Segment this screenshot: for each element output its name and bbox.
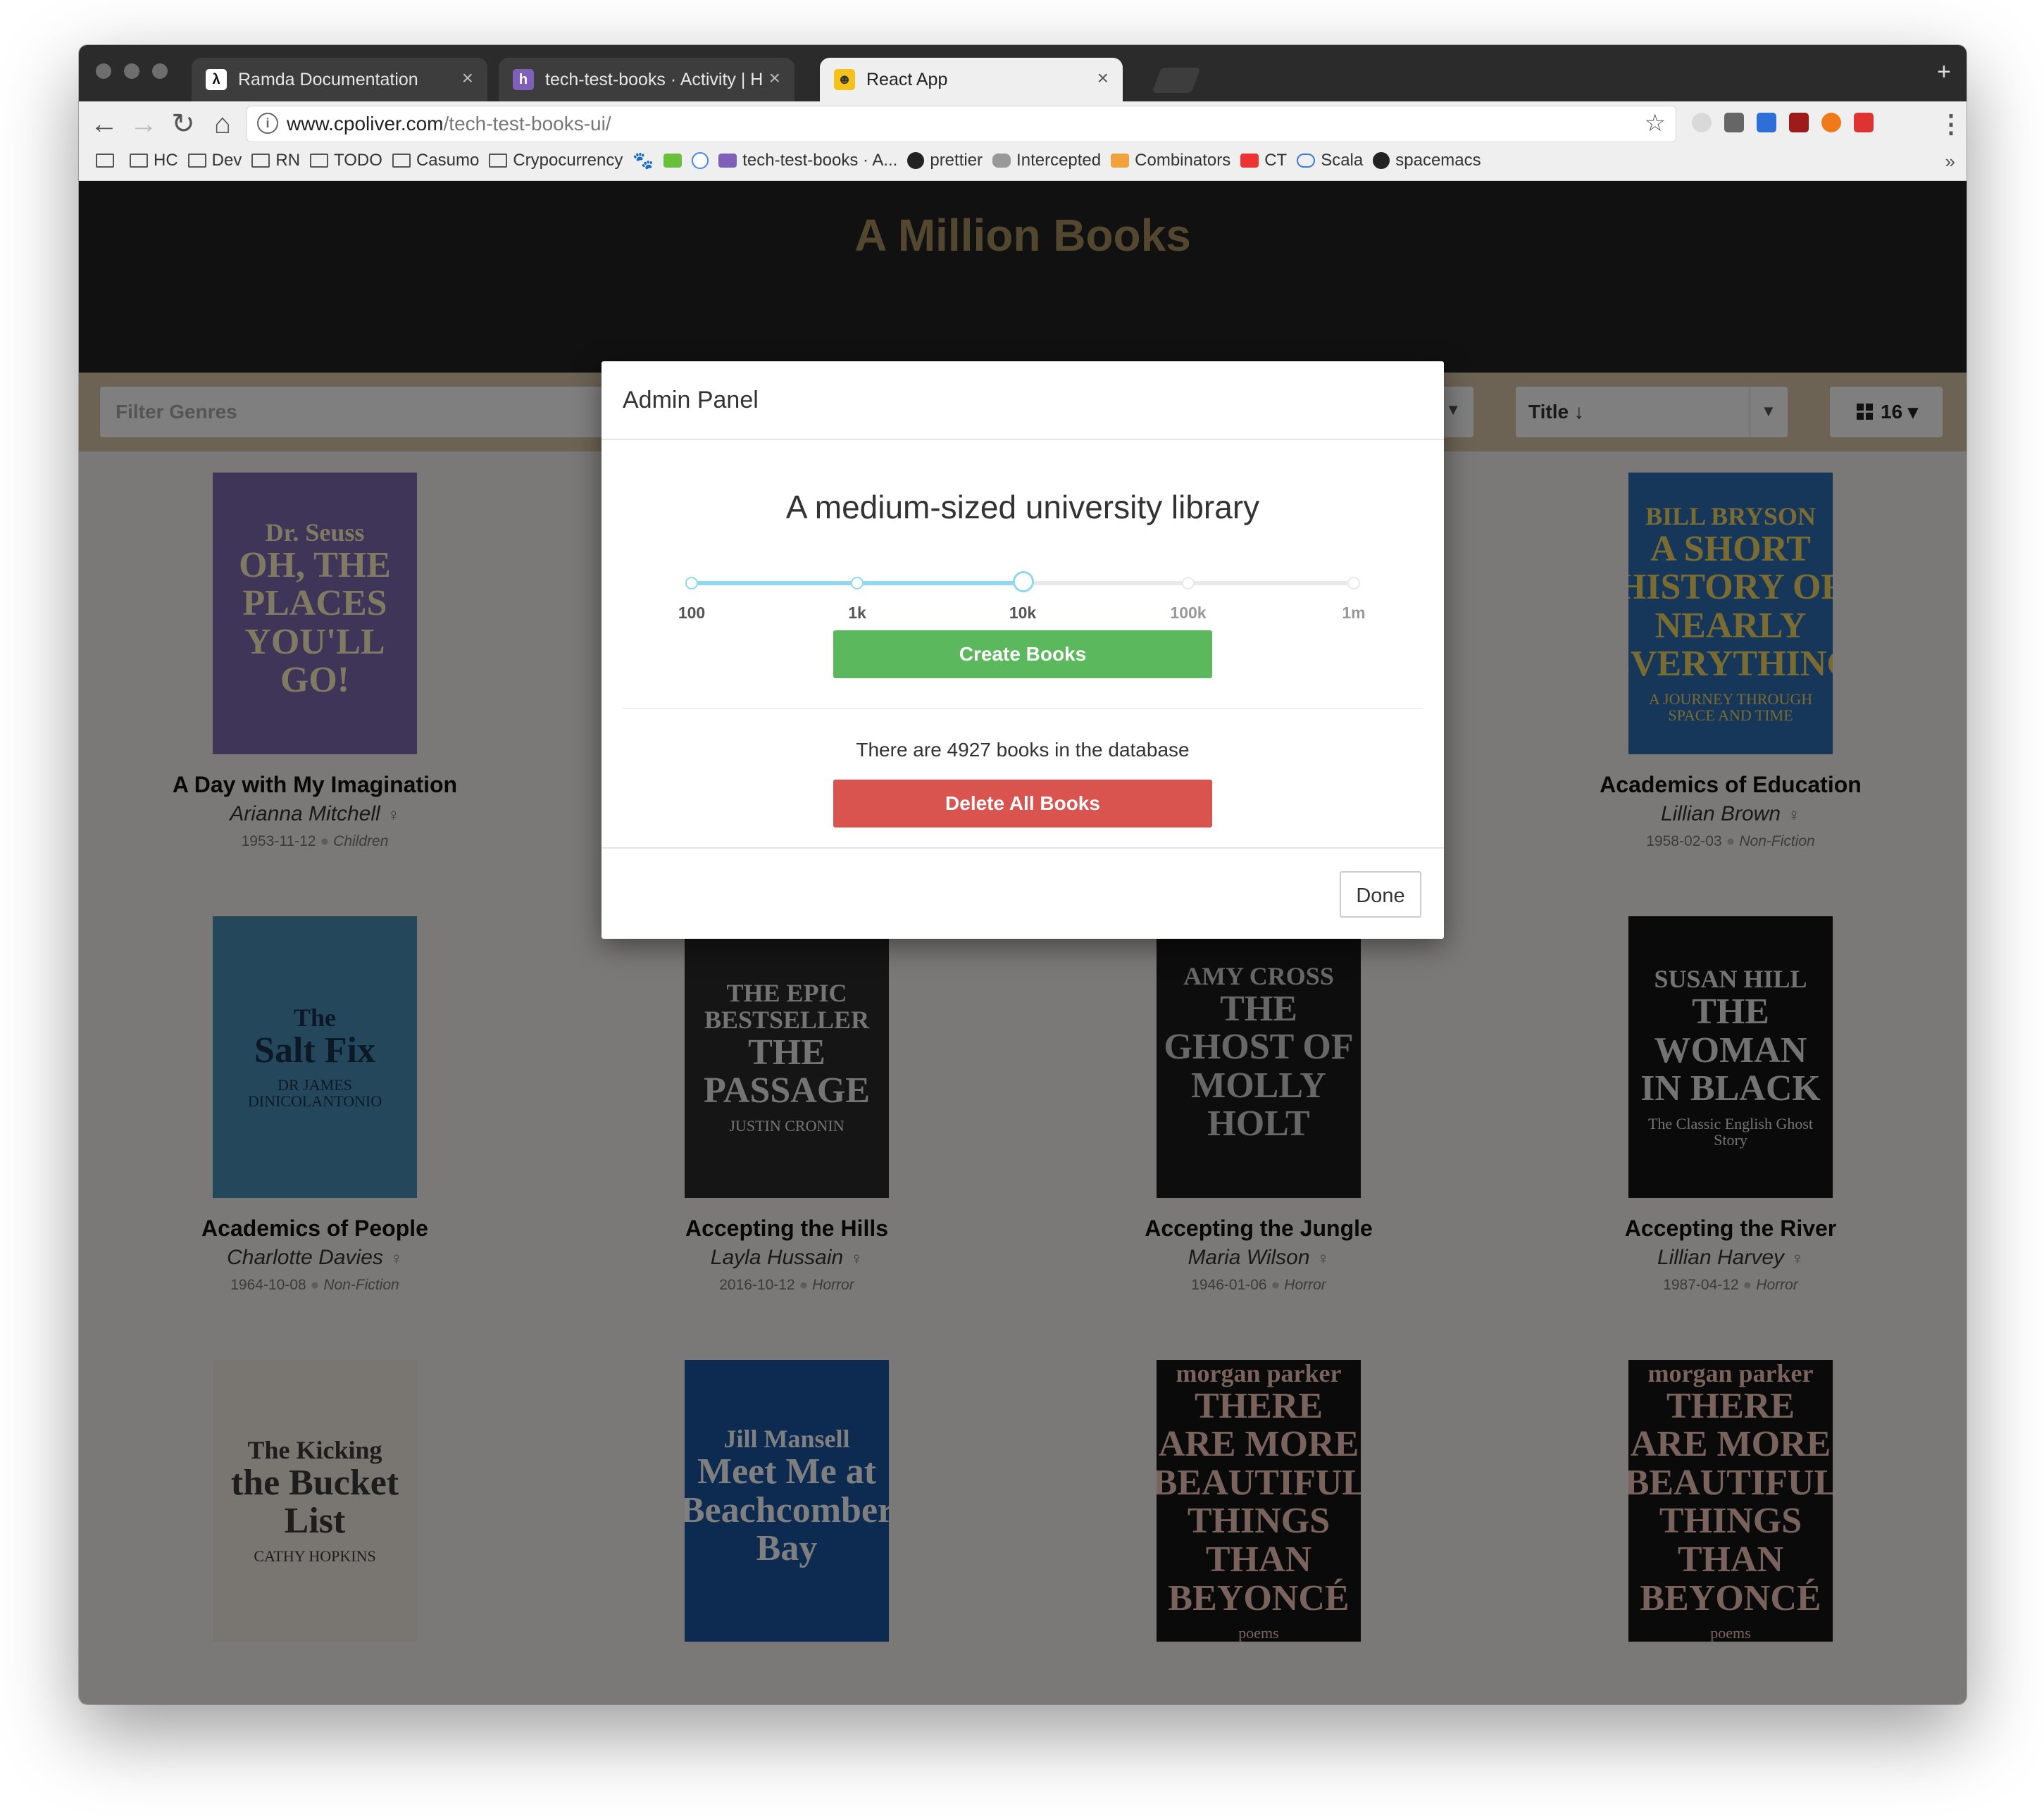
infinity-icon (1297, 154, 1316, 168)
bookmark-item[interactable]: TODO (310, 151, 382, 170)
slider-stop[interactable] (1182, 577, 1195, 589)
home-icon[interactable]: ⌂ (207, 106, 238, 142)
new-window-plus-icon[interactable]: + (1937, 58, 1951, 86)
window-zoom-button[interactable] (152, 63, 168, 79)
bookmark-item[interactable]: Scala (1297, 151, 1363, 170)
folder-icon (96, 154, 114, 168)
bookmark-item[interactable] (692, 152, 709, 169)
folder-icon (187, 154, 206, 168)
library-size-heading: A medium-sized university library (785, 489, 1260, 525)
github-icon (907, 152, 925, 169)
tab-title: React App (866, 70, 948, 89)
tab-ramda-documentation[interactable]: λ Ramda Documentation × (192, 58, 487, 101)
slider-stop[interactable] (1347, 577, 1360, 589)
bookmark-item[interactable]: tech-test-books · A... (718, 151, 897, 170)
window-close-button[interactable] (96, 63, 111, 79)
page-viewport: A Million Books Filter Genres ▼ Title ↓ … (79, 181, 1967, 1704)
modal-header: Admin Panel (602, 361, 1444, 440)
extension-ublock-icon[interactable] (1789, 113, 1809, 132)
folder-icon (489, 154, 508, 168)
browser-window: λ Ramda Documentation × h tech-test-book… (79, 45, 1967, 1704)
forward-icon[interactable]: → (128, 106, 159, 142)
ramda-icon: λ (206, 69, 227, 90)
folder-icon (392, 154, 411, 168)
modal-title: Admin Panel (623, 387, 759, 413)
close-tab-icon[interactable]: × (1097, 66, 1109, 90)
bookmark-item[interactable]: 🐾 (632, 151, 654, 171)
bookmarks-overflow-icon[interactable]: » (1945, 151, 1955, 173)
create-books-button[interactable]: Create Books (833, 630, 1212, 678)
slider-stop[interactable] (685, 577, 698, 589)
paw-icon: 🐾 (632, 151, 654, 170)
green-extension-icon (663, 154, 683, 168)
heroku-icon (718, 154, 737, 168)
address-bar[interactable]: i www.cpoliver.com/tech-test-books-ui/ ☆ (247, 106, 1676, 142)
done-button[interactable]: Done (1340, 871, 1421, 918)
bookmark-item[interactable]: spacemacs (1373, 151, 1481, 170)
bookmark-item[interactable]: prettier (907, 151, 983, 170)
bookmark-item[interactable]: CT (1240, 151, 1287, 170)
slider-mark-label[interactable]: 1m (1319, 604, 1389, 623)
reload-icon[interactable]: ↻ (168, 106, 199, 142)
youtube-icon (1240, 154, 1259, 168)
browser-menu-icon[interactable]: ⋮ (1938, 106, 1964, 142)
extension-cors-icon[interactable] (1854, 113, 1874, 132)
bookmark-item[interactable]: HC (130, 151, 178, 170)
bookmark-item[interactable]: RN (251, 151, 300, 170)
close-tab-icon[interactable]: × (769, 66, 780, 90)
url-host: www.cpoliver.com (287, 113, 444, 135)
modal-footer: Done (602, 847, 1444, 940)
bookmark-item[interactable]: Intercepted (992, 151, 1101, 170)
tab-title: Ramda Documentation (238, 70, 418, 89)
bookmark-star-icon[interactable]: ☆ (1645, 111, 1666, 136)
tab-heroku-activity[interactable]: h tech-test-books · Activity | Heroku × (499, 58, 794, 101)
apple-icon (992, 154, 1011, 168)
bookmark-item[interactable]: Casumo (392, 151, 479, 170)
bookmark-item[interactable]: Crypocurrency (489, 151, 623, 170)
folder-icon (310, 154, 329, 168)
back-icon[interactable]: ← (89, 106, 120, 142)
extension-circle-icon[interactable] (1692, 113, 1712, 132)
library-size-slider[interactable]: 100 1k 10k 100k 1m (678, 571, 1366, 632)
tab-title: tech-test-books · Activity | Heroku (545, 70, 764, 89)
close-tab-icon[interactable]: × (462, 66, 473, 90)
slider-mark-label[interactable]: 1k (822, 604, 892, 623)
github-icon (1373, 152, 1390, 169)
window-minimize-button[interactable] (124, 63, 139, 79)
react-app-icon: ☻ (834, 69, 855, 90)
slider-handle[interactable] (1013, 571, 1034, 592)
bookmark-item[interactable] (663, 154, 683, 168)
tab-react-app[interactable]: ☻ React App × (820, 58, 1123, 101)
url-path: /tech-test-books-ui/ (443, 113, 611, 135)
url-text: www.cpoliver.com/tech-test-books-ui/ (287, 112, 611, 136)
database-count-text: There are 4927 books in the database (856, 739, 1190, 761)
stack-icon (1111, 154, 1130, 168)
browser-toolbar: ← → ↻ ⌂ i www.cpoliver.com/tech-test-boo… (79, 101, 1967, 181)
admin-panel-modal: Admin Panel A medium-sized university li… (602, 361, 1444, 939)
site-info-icon[interactable]: i (257, 113, 278, 134)
folder-icon (251, 154, 270, 168)
extension-fire-icon[interactable] (1821, 113, 1841, 132)
modal-divider (623, 708, 1423, 709)
extension-sk-icon[interactable] (1757, 113, 1776, 132)
slider-mark-label[interactable]: 100k (1153, 604, 1223, 623)
folder-icon (130, 154, 148, 168)
new-tab-button[interactable] (1152, 68, 1201, 93)
bookmarks-bar: HC Dev RN TODO Casumo Crypocurrency 🐾 te… (96, 145, 1481, 176)
tab-strip: λ Ramda Documentation × h tech-test-book… (79, 45, 1967, 101)
bookmark-item[interactable]: Dev (187, 151, 242, 170)
slider-mark-label[interactable]: 100 (656, 604, 727, 623)
slider-mark-label[interactable]: 10k (987, 604, 1058, 623)
slider-stop[interactable] (851, 577, 864, 589)
bookmark-item[interactable] (96, 154, 120, 168)
google-translate-icon (692, 152, 709, 169)
bookmark-item[interactable]: Combinators (1111, 151, 1230, 170)
delete-all-books-button[interactable]: Delete All Books (833, 780, 1212, 828)
heroku-icon: h (513, 69, 534, 90)
extension-ghostery-icon[interactable] (1724, 113, 1744, 132)
